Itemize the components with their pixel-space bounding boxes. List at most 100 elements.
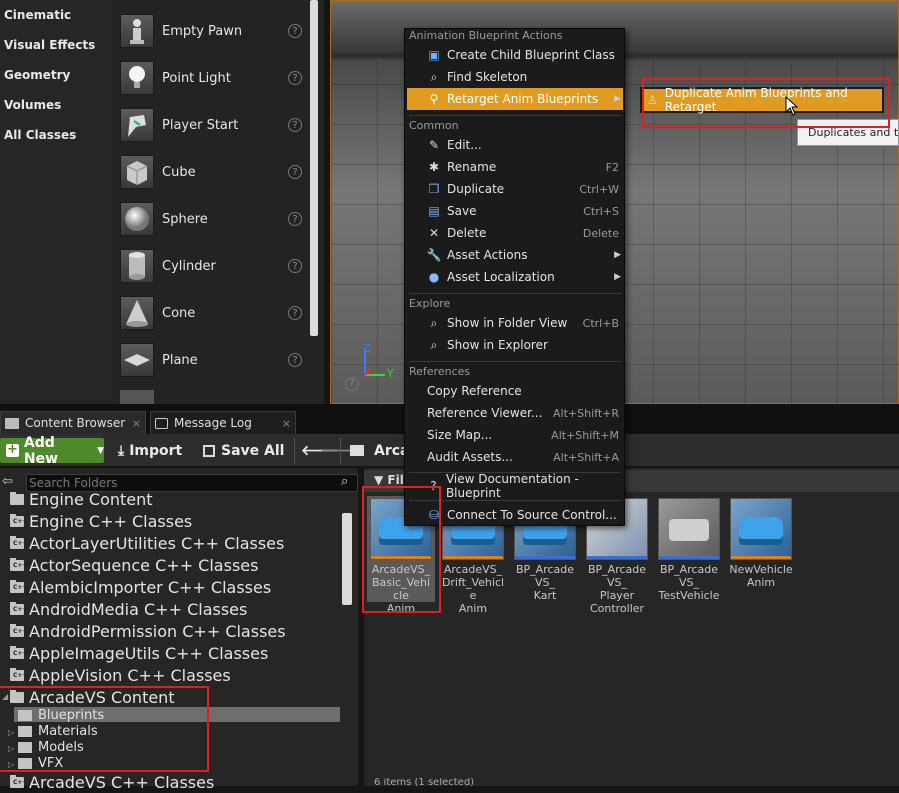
cone-icon (120, 296, 154, 330)
actor-item-cone[interactable]: Cone ? (112, 290, 312, 336)
menu-item-audit-assets[interactable]: Audit Assets... Alt+Shift+A (407, 446, 623, 468)
menu-item-edit[interactable]: ✎ Edit... (407, 134, 623, 156)
folder-label: AndroidPermission C++ Classes (29, 621, 286, 641)
back-arrow-icon[interactable]: ⇦ (2, 474, 13, 489)
menu-item-label: Asset Localization (447, 270, 555, 284)
magnifier-icon: ⌕ (430, 337, 438, 352)
menu-item-duplicate[interactable]: ❐ Duplicate Ctrl+W (407, 178, 623, 200)
actor-item-plane[interactable]: Plane ? (112, 337, 312, 383)
folders-scrollbar[interactable] (342, 513, 352, 605)
help-icon[interactable]: ? (288, 212, 302, 226)
actor-item-empty-pawn[interactable]: Empty Pawn ? (112, 8, 312, 54)
actor-item-player-start[interactable]: Player Start ? (112, 102, 312, 148)
help-icon[interactable]: ? (288, 259, 302, 273)
help-icon[interactable]: ? (288, 71, 302, 85)
actor-label: Player Start (162, 117, 239, 133)
submenu-arrow-icon: ▶ (614, 272, 621, 282)
menu-item-label: Duplicate (447, 182, 505, 196)
cylinder-icon (120, 249, 154, 283)
menu-item-show-in-explorer[interactable]: ⌕ Show in Explorer (407, 334, 623, 356)
actor-item-sphere[interactable]: Sphere ? (112, 196, 312, 242)
asset-tile[interactable]: NewVehicle Anim (729, 498, 793, 589)
folder-item[interactable]: C++ ActorLayerUtilities C++ Classes (10, 532, 284, 554)
folder-item[interactable]: C++ Engine C++ Classes (10, 510, 192, 532)
close-icon[interactable]: × (132, 417, 141, 430)
add-new-button[interactable]: + Add New ▼ (0, 435, 104, 467)
save-all-button[interactable]: Save All (203, 438, 284, 463)
search-icon[interactable]: ⌕ (341, 474, 348, 489)
category-geometry[interactable]: Geometry (4, 68, 70, 82)
menu-item-size-map[interactable]: Size Map... Alt+Shift+M (407, 424, 623, 446)
category-all-classes[interactable]: All Classes (4, 128, 76, 142)
toolbar-divider (294, 438, 295, 464)
menu-item-retarget-anim-blueprints[interactable]: ⚲ Retarget Anim Blueprints ▶ (407, 88, 623, 110)
asset-tile[interactable]: BP_ArcadeVS_ TestVehicle (657, 498, 721, 602)
tab-content-browser[interactable]: Content Browser × (0, 411, 146, 434)
menu-item-reference-viewer[interactable]: Reference Viewer... Alt+Shift+R (407, 402, 623, 424)
folder-item[interactable]: C++ ActorSequence C++ Classes (10, 554, 258, 576)
add-new-label: Add New (23, 434, 59, 467)
actor-item-cylinder[interactable]: Cylinder ? (112, 243, 312, 289)
actor-item-partial (120, 390, 154, 404)
shortcut-label: Delete (582, 226, 619, 240)
folder-item[interactable]: C++ AndroidPermission C++ Classes (10, 620, 286, 642)
annotation-box-submenu (642, 78, 890, 128)
close-icon[interactable]: × (282, 417, 291, 430)
help-icon[interactable]: ? (288, 118, 302, 132)
sphere-icon (120, 202, 154, 236)
blueprint-icon: ▣ (428, 48, 440, 62)
menu-item-label: Rename (447, 160, 497, 174)
shortcut-label: Alt+Shift+A (553, 450, 619, 464)
menu-item-label: Size Map... (427, 428, 493, 442)
import-label: Import (129, 442, 183, 459)
menu-item-rename[interactable]: ✱ Rename F2 (407, 156, 623, 178)
folder-item[interactable]: C++ ArcadeVS C++ Classes (10, 771, 214, 793)
menu-item-label: Show in Explorer (447, 338, 548, 352)
place-actors-categories: Cinematic Visual Effects Geometry Volume… (0, 0, 112, 404)
section-header-explore: Explore (409, 297, 451, 310)
menu-item-show-in-folder-view[interactable]: ⌕ Show in Folder View Ctrl+B (407, 312, 623, 334)
cpp-folder-icon: C++ (10, 535, 27, 549)
actors-scrollbar[interactable] (310, 0, 318, 336)
empty-pawn-icon (120, 14, 154, 48)
dropdown-arrow-icon: ▼ (97, 445, 104, 456)
help-icon[interactable]: ? (288, 165, 302, 179)
help-icon[interactable]: ? (288, 24, 302, 38)
category-visual-effects[interactable]: Visual Effects (4, 38, 95, 52)
player-start-icon (120, 108, 154, 142)
menu-item-save[interactable]: ▤ Save Ctrl+S (407, 200, 623, 222)
menu-item-asset-actions[interactable]: 🔧 Asset Actions ▶ (407, 244, 623, 266)
menu-item-asset-localization[interactable]: ● Asset Localization ▶ (407, 266, 623, 288)
menu-item-create-child-blueprint[interactable]: ▣ Create Child Blueprint Class (407, 44, 623, 66)
item-count-status: 6 items (1 selected) (374, 778, 475, 786)
submenu-arrow-icon: ▶ (614, 94, 621, 104)
menu-item-label: Delete (447, 226, 487, 240)
actor-label: Plane (162, 352, 198, 368)
category-cinematic[interactable]: Cinematic (4, 8, 71, 22)
category-volumes[interactable]: Volumes (4, 98, 61, 112)
axis-y-label: Y (387, 367, 394, 380)
actor-item-point-light[interactable]: Point Light ? (112, 55, 312, 101)
cpp-folder-icon: C++ (10, 601, 27, 615)
import-button[interactable]: ⤓ Import (118, 438, 182, 463)
save-all-label: Save All (221, 442, 285, 459)
actor-item-cube[interactable]: Cube ? (112, 149, 312, 195)
folder-item[interactable]: Engine Content (10, 488, 153, 510)
folder-label: AndroidMedia C++ Classes (29, 599, 248, 619)
folder-item[interactable]: C++ AlembicImporter C++ Classes (10, 576, 271, 598)
help-icon[interactable]: ? (288, 353, 302, 367)
viewport-help-icon[interactable]: ? (345, 377, 359, 391)
folder-item[interactable]: C++ AppleImageUtils C++ Classes (10, 642, 268, 664)
tab-message-log[interactable]: Message Log × (150, 411, 296, 434)
menu-item-delete[interactable]: ✕ Delete Delete (407, 222, 623, 244)
help-icon[interactable]: ? (288, 306, 302, 320)
menu-item-label: Show in Folder View (447, 316, 568, 330)
folder-item[interactable]: C++ AndroidMedia C++ Classes (10, 598, 247, 620)
actor-label: Point Light (162, 70, 231, 86)
menu-item-label: Edit... (447, 138, 482, 152)
folder-item[interactable]: C++ AppleVision C++ Classes (10, 664, 231, 686)
asset-label: NewVehicle Anim (729, 563, 793, 589)
folder-label: AppleVision C++ Classes (29, 665, 231, 685)
menu-item-find-skeleton[interactable]: ⌕ Find Skeleton (407, 66, 623, 88)
menu-item-copy-reference[interactable]: Copy Reference (407, 380, 623, 402)
